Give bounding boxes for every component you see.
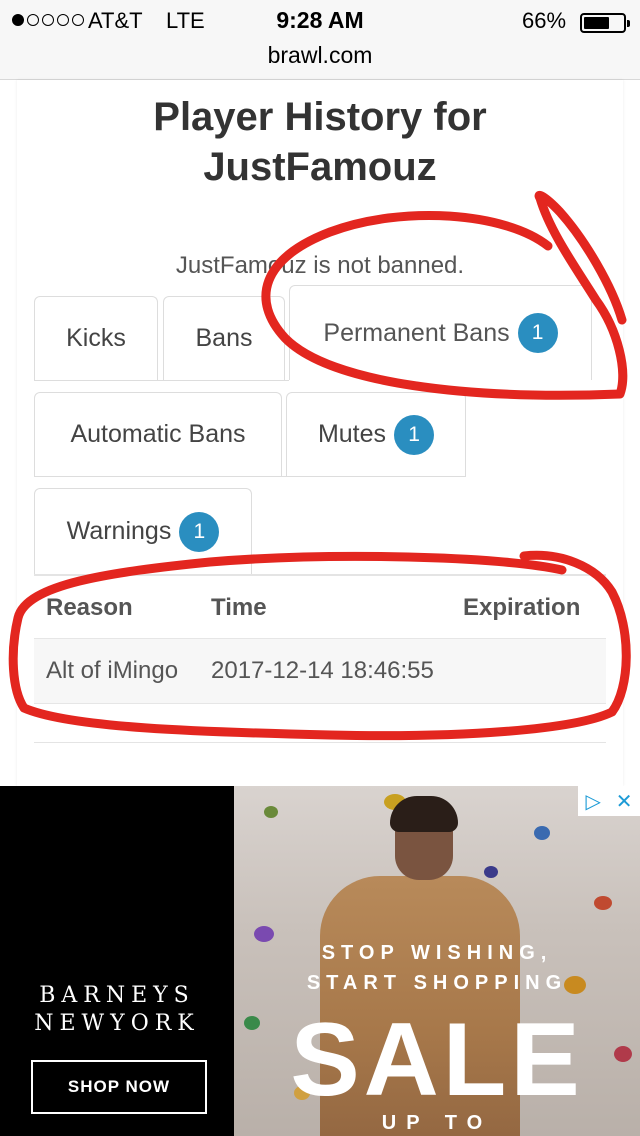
ad-controls[interactable]: ▷ ✕ [578, 786, 640, 816]
ad-brand-logo: BARNEYS NEWYORK [34, 983, 200, 1036]
tab-label: Permanent Bans [323, 318, 510, 347]
adchoices-icon[interactable]: ▷ [585, 789, 600, 814]
ad-tagline-2: START SHOPPING [306, 972, 568, 994]
column-header-time: Time [211, 594, 267, 621]
count-badge: 1 [179, 511, 220, 552]
status-bar: AT&T LTE 9:28 AM 66% brawl.com [0, 0, 640, 80]
battery-icon [580, 13, 630, 33]
tab-label: Kicks [66, 324, 126, 352]
count-badge: 1 [394, 414, 435, 455]
tab-label: Warnings [66, 517, 172, 545]
address-bar-url[interactable]: brawl.com [0, 42, 640, 69]
tab-mutes[interactable]: Mutes 1 [286, 392, 466, 476]
column-header-reason: Reason [46, 594, 133, 621]
count-badge: 1 [517, 313, 558, 353]
cell-time: 2017-12-14 18:46:55 [211, 657, 434, 684]
page-title: Player History for JustFamouz [153, 95, 487, 189]
tab-bans[interactable]: Bans [163, 296, 285, 380]
ban-status-message: JustFamouz is not banned. [175, 252, 465, 279]
tab-label: Automatic Bans [70, 420, 246, 448]
tab-warnings[interactable]: Warnings 1 [34, 488, 252, 574]
tab-label: Mutes [317, 420, 387, 448]
shop-now-button[interactable]: SHOP NOW [31, 1060, 207, 1114]
table-row: Alt of iMingo 2017-12-14 18:46:55 [34, 638, 606, 704]
ad-tagline-1: STOP WISHING, [321, 942, 553, 964]
column-header-expiration: Expiration [463, 594, 581, 621]
divider [34, 742, 606, 743]
close-icon[interactable]: ✕ [616, 789, 633, 814]
tab-label: Bans [195, 324, 253, 352]
ad-subline: UP TO [381, 1112, 493, 1134]
table-header: Reason Time Expiration [34, 574, 606, 638]
cell-reason: Alt of iMingo [46, 657, 179, 684]
tab-kicks[interactable]: Kicks [34, 296, 158, 380]
advertisement-banner[interactable]: BARNEYS NEWYORK SHOP NOW STOP WISHING, S… [0, 786, 640, 1136]
battery-percent: 66% [522, 8, 567, 33]
tab-permanent-bans[interactable]: Permanent Bans 1 [289, 285, 592, 380]
ad-headline: SALE [290, 1002, 584, 1118]
tab-automatic-bans[interactable]: Automatic Bans [34, 392, 282, 476]
